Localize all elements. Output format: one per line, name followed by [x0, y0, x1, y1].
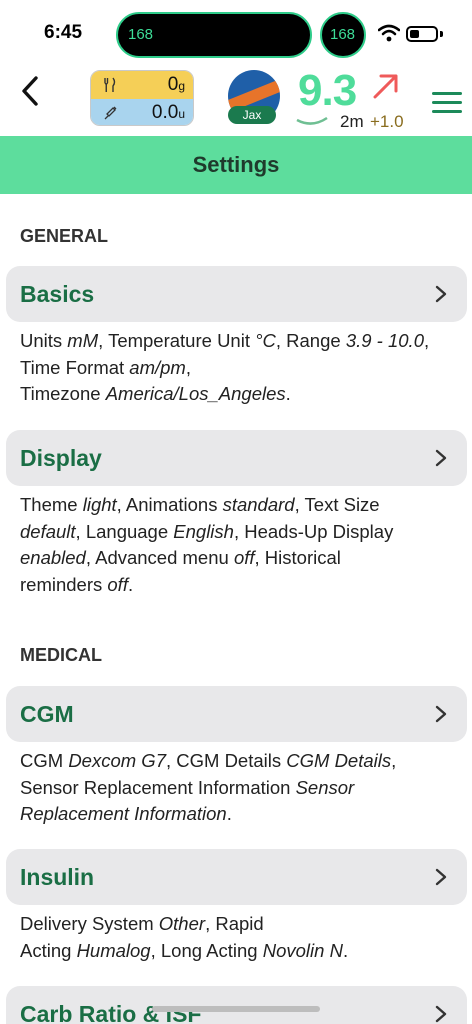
island-glucose-left: 168 [128, 26, 154, 43]
title-bar: Settings [0, 136, 472, 194]
setting-value: Dexcom G7 [68, 750, 166, 771]
chevron-right-icon [435, 868, 447, 886]
row-label: Carb Ratio & ISF [20, 1001, 202, 1024]
glucose-age: 2m [340, 112, 364, 131]
mini-graph-icon [296, 116, 328, 125]
settings-row-cgm[interactable]: CGM [6, 686, 467, 742]
setting-value: am/pm [129, 356, 186, 378]
setting-value: default [20, 520, 76, 542]
section-header-medical: MEDICAL [20, 645, 102, 665]
row-label: Display [20, 445, 102, 471]
settings-row-carb-ratio-isf[interactable]: Carb Ratio & ISF [6, 986, 467, 1024]
setting-value: Novolin N [262, 939, 343, 961]
setting-value: °C [255, 330, 276, 351]
trend-up-right-icon [373, 74, 398, 99]
carbs-value: 0g [167, 74, 185, 95]
setting-value: English [173, 520, 234, 542]
chevron-right-icon [435, 449, 447, 467]
row-description-basics: Units mM, Temperature Unit °C, Range 3.9… [20, 330, 430, 404]
island-glucose-right: 168 [330, 26, 356, 43]
fork-knife-icon [104, 77, 116, 92]
dynamic-island-right[interactable]: 168 [320, 12, 366, 58]
status-bar: 6:45 168 168 [0, 0, 472, 66]
setting-value: Humalog [76, 939, 151, 961]
avatar-name: Jax [228, 106, 276, 124]
settings-row-display[interactable]: Display [6, 430, 467, 486]
settings-row-basics[interactable]: Basics [6, 266, 467, 322]
row-description-cgm: CGM Dexcom G7, CGM Details CGM Details, … [20, 750, 397, 825]
setting-value: Sensor Replacement Information [20, 776, 355, 825]
row-label: Insulin [20, 864, 95, 890]
app-header: 0g 0.0u Jax 9.3 2m +1.0 [0, 66, 472, 136]
row-description-display: Theme light, Animations standard, Text S… [20, 494, 394, 595]
setting-value: off [233, 547, 255, 568]
setting-value: Other [158, 913, 206, 934]
setting-value: America/Los_Angeles [105, 383, 286, 404]
row-label: Basics [20, 281, 95, 307]
carbs-row: 0g [91, 71, 193, 99]
back-chevron-icon[interactable] [18, 74, 42, 108]
setting-value: 3.9 - 10.0 [345, 330, 424, 351]
insulin-row: 0.0u [91, 99, 193, 125]
home-indicator[interactable] [152, 1006, 320, 1012]
chevron-right-icon [435, 285, 447, 303]
row-description-insulin: Delivery System Other, Rapid Acting Humal… [20, 913, 349, 961]
setting-value: CGM Details [286, 750, 392, 771]
chevron-right-icon [435, 1005, 447, 1023]
page-title: Settings [192, 152, 280, 177]
syringe-icon [104, 106, 117, 120]
settings-row-insulin[interactable]: Insulin [6, 849, 467, 905]
glucose-delta: +1.0 [370, 112, 404, 131]
insulin-value: 0.0u [151, 102, 185, 123]
setting-value: mM [67, 330, 99, 351]
hamburger-menu-icon[interactable] [432, 92, 462, 114]
setting-value: enabled [20, 547, 86, 568]
battery-icon [406, 26, 438, 42]
glucose-value: 9.3 [298, 66, 357, 115]
status-time: 6:45 [44, 22, 83, 43]
setting-value: light [82, 494, 117, 515]
battery-nub [440, 31, 443, 37]
row-label: CGM [20, 701, 74, 727]
dynamic-island-left[interactable]: 168 [116, 12, 312, 58]
carbs-insulin-panel[interactable]: 0g 0.0u [90, 70, 194, 126]
wifi-icon [378, 24, 400, 42]
setting-value: off [107, 573, 128, 595]
setting-value: standard [222, 494, 295, 515]
section-header-general: GENERAL [20, 226, 109, 246]
chevron-right-icon [435, 705, 447, 723]
